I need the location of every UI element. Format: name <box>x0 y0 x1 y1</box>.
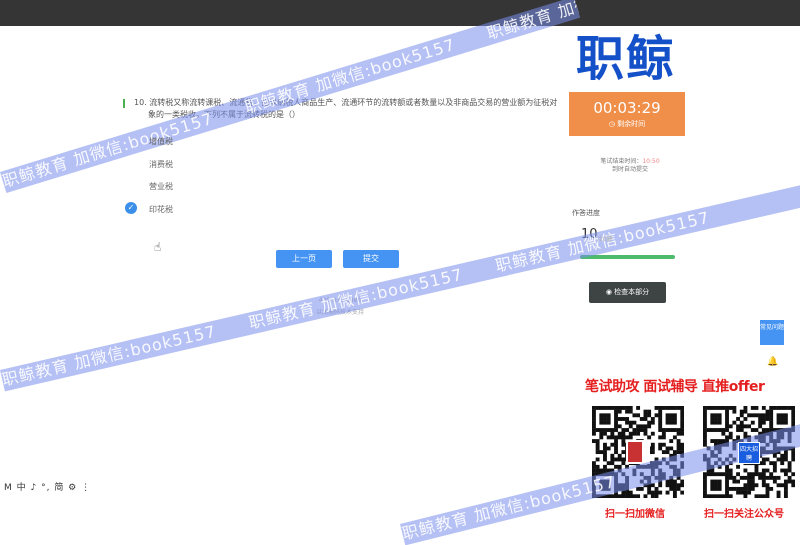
submit-button[interactable]: 提交 <box>343 250 399 268</box>
bell-icon[interactable]: 🔔 <box>767 357 778 367</box>
check-icon[interactable]: ✓ <box>125 202 137 214</box>
end-note: 到时自动提交 <box>611 166 648 173</box>
question-number: 10. <box>134 98 147 107</box>
end-time: 10:50 <box>642 158 660 165</box>
progress-bar <box>580 255 675 259</box>
option-a[interactable]: 增值税 <box>149 136 173 147</box>
watermark-text: 职鲸教育 加微信:book5157 <box>0 108 216 192</box>
countdown-timer: 00:03:29 ◷ 剩余时间 <box>569 92 685 136</box>
end-info: 笔试结束时间：10:50 到时自动提交 <box>580 158 680 174</box>
option-c[interactable]: 营业税 <box>149 181 173 192</box>
faq-button[interactable]: 常见问题 <box>760 320 784 345</box>
ime-toolbar[interactable]: M 中 ♪ °, 简 ⚙ ⋮ <box>4 480 91 493</box>
top-bar <box>0 0 800 26</box>
watermark-band: 职鲸教育 加微信:book5157 职鲸教育 加微信:book5157 职鲸教育… <box>0 178 800 392</box>
qr2-caption: 扫一扫关注公众号 <box>704 509 784 520</box>
option-d[interactable]: 印花税 <box>149 204 173 215</box>
promo-headline: 笔试助攻 面试辅导 直推offer <box>585 379 765 395</box>
progress-label: 作答进度 <box>572 209 600 217</box>
watermark-text: 职鲸教育 加微信:book5157 <box>0 321 219 390</box>
timer-label: 剩余时间 <box>617 120 646 128</box>
watermark-text: 职鲸教育 加微信:book5157 <box>400 471 618 544</box>
qr-badge: 四大招聘 <box>738 442 760 464</box>
review-label: 检查本部分 <box>614 288 650 296</box>
review-section-button[interactable]: ◉ 检查本部分 <box>589 282 666 303</box>
hand-cursor-icon: ☝ <box>154 240 162 254</box>
clock-icon: ◷ <box>608 120 615 128</box>
prev-page-button[interactable]: 上一页 <box>276 250 332 268</box>
qr1-caption: 扫一扫加微信 <box>605 509 665 520</box>
option-b[interactable]: 消费税 <box>149 159 173 170</box>
end-label: 笔试结束时间： <box>600 158 643 165</box>
timer-value: 00:03:29 <box>593 99 661 117</box>
progress-total: /10题 <box>597 236 613 243</box>
logo: 职鲸 <box>575 31 676 87</box>
question-marker <box>123 99 125 108</box>
eye-icon: ◉ <box>605 288 612 296</box>
